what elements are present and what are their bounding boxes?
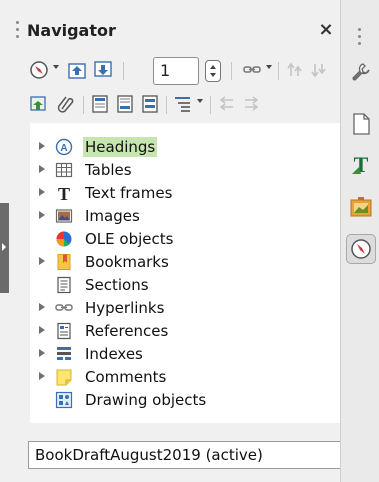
- navigate-by-dropdown-icon[interactable]: [53, 65, 59, 69]
- expand-arrow-icon[interactable]: [39, 326, 45, 334]
- document-selector[interactable]: BookDraftAugust2019 (active): [28, 441, 350, 469]
- tree-item-label: OLE objects: [85, 230, 174, 248]
- navigator-panel: Navigator × 1 A Headings Tables T Text f…: [10, 0, 350, 482]
- bookmark-icon: [54, 252, 74, 272]
- outline-level-icon[interactable]: [172, 93, 194, 115]
- content-navigation-icon[interactable]: [55, 93, 77, 115]
- tree-item-comments[interactable]: Comments: [30, 365, 330, 388]
- tree-item-headings[interactable]: A Headings: [30, 135, 330, 158]
- navigator-icon[interactable]: [346, 234, 376, 264]
- reference-icon: [54, 321, 74, 341]
- tree-item-text-frames[interactable]: T Text frames: [30, 181, 330, 204]
- drawing-object-icon: [54, 390, 74, 410]
- drag-mode-icon[interactable]: [241, 59, 263, 81]
- tree-item-label: Images: [85, 207, 140, 225]
- text-frame-icon: T: [54, 183, 74, 203]
- navigate-by-icon[interactable]: [28, 59, 50, 81]
- tree-item-sections[interactable]: Sections: [30, 273, 330, 296]
- styles-icon[interactable]: T: [347, 150, 375, 178]
- tree-item-label: Indexes: [85, 345, 143, 363]
- ole-object-icon: [54, 229, 74, 249]
- tree-item-label: Sections: [85, 276, 149, 294]
- demote-chapter-icon[interactable]: [308, 59, 330, 81]
- comment-icon: [54, 367, 74, 387]
- tree-item-references[interactable]: References: [30, 319, 330, 342]
- image-icon: [54, 206, 74, 226]
- expand-arrow-icon[interactable]: [39, 303, 45, 311]
- sidebar-menu-icon[interactable]: [358, 28, 362, 49]
- toolbar-separator: [123, 62, 124, 80]
- promote-chapter-icon[interactable]: [284, 59, 306, 81]
- tree-item-label: References: [85, 322, 169, 340]
- expand-arrow-icon[interactable]: [39, 188, 45, 196]
- tree-item-label: Bookmarks: [85, 253, 169, 271]
- tree-item-hyperlinks[interactable]: Hyperlinks: [30, 296, 330, 319]
- expand-arrow-icon[interactable]: [39, 372, 45, 380]
- toolbar-separator: [166, 96, 167, 114]
- previous-icon[interactable]: [66, 59, 88, 81]
- page-number-field[interactable]: 1: [153, 57, 199, 85]
- sidebar-collapse-handle[interactable]: [0, 203, 9, 293]
- footer-icon[interactable]: [114, 93, 136, 115]
- tree-item-label: Tables: [85, 161, 132, 179]
- drag-mode-dropdown-icon[interactable]: [266, 65, 272, 69]
- tree-item-images[interactable]: Images: [30, 204, 330, 227]
- navigator-toolbar-row-2: [28, 90, 340, 120]
- tree-item-label: Headings: [83, 137, 158, 157]
- expand-arrow-icon[interactable]: [39, 165, 45, 173]
- tree-item-label: Drawing objects: [85, 391, 207, 409]
- toolbar-separator: [83, 96, 84, 114]
- tree-item-drawing-objects[interactable]: Drawing objects: [30, 388, 330, 411]
- panel-title: Navigator: [27, 21, 116, 40]
- table-icon: [54, 160, 74, 180]
- navigator-title-bar: Navigator ×: [10, 12, 340, 52]
- hyperlink-icon: [54, 298, 74, 318]
- tree-item-label: Text frames: [85, 184, 173, 202]
- page-number-stepper[interactable]: [205, 60, 221, 82]
- page-icon[interactable]: [347, 110, 375, 138]
- header-icon[interactable]: [89, 93, 111, 115]
- expand-arrow-icon: [2, 243, 6, 251]
- navigator-toolbar-row-1: 1: [28, 56, 340, 86]
- grip-icon[interactable]: [16, 21, 20, 41]
- svg-text:T: T: [58, 184, 70, 202]
- expand-arrow-icon[interactable]: [39, 211, 45, 219]
- svg-text:A: A: [60, 143, 67, 154]
- anchor-icon[interactable]: [139, 93, 161, 115]
- properties-icon[interactable]: [347, 58, 375, 86]
- gallery-icon[interactable]: [347, 193, 375, 221]
- tree-item-ole-objects[interactable]: OLE objects: [30, 227, 330, 250]
- tree-item-label: Comments: [85, 368, 167, 386]
- promote-level-icon[interactable]: [216, 93, 238, 115]
- demote-level-icon[interactable]: [240, 93, 262, 115]
- toolbar-separator: [278, 62, 279, 80]
- sidebar-tab-bar: T: [340, 0, 379, 482]
- tree-item-bookmarks[interactable]: Bookmarks: [30, 250, 330, 273]
- expand-arrow-icon[interactable]: [39, 257, 45, 265]
- navigator-tree[interactable]: A Headings Tables T Text frames Images O…: [30, 123, 340, 423]
- expand-arrow-icon[interactable]: [39, 142, 45, 150]
- insert-icon[interactable]: [28, 93, 50, 115]
- outline-level-dropdown-icon[interactable]: [197, 99, 203, 103]
- tree-item-tables[interactable]: Tables: [30, 158, 330, 181]
- headings-icon: A: [54, 137, 74, 157]
- index-icon: [54, 344, 74, 364]
- tree-item-label: Hyperlinks: [85, 299, 165, 317]
- close-button[interactable]: ×: [318, 20, 334, 40]
- section-icon: [54, 275, 74, 295]
- next-icon[interactable]: [92, 59, 114, 81]
- expand-arrow-icon[interactable]: [39, 349, 45, 357]
- toolbar-separator: [231, 62, 232, 80]
- toolbar-separator: [210, 96, 211, 114]
- tree-item-indexes[interactable]: Indexes: [30, 342, 330, 365]
